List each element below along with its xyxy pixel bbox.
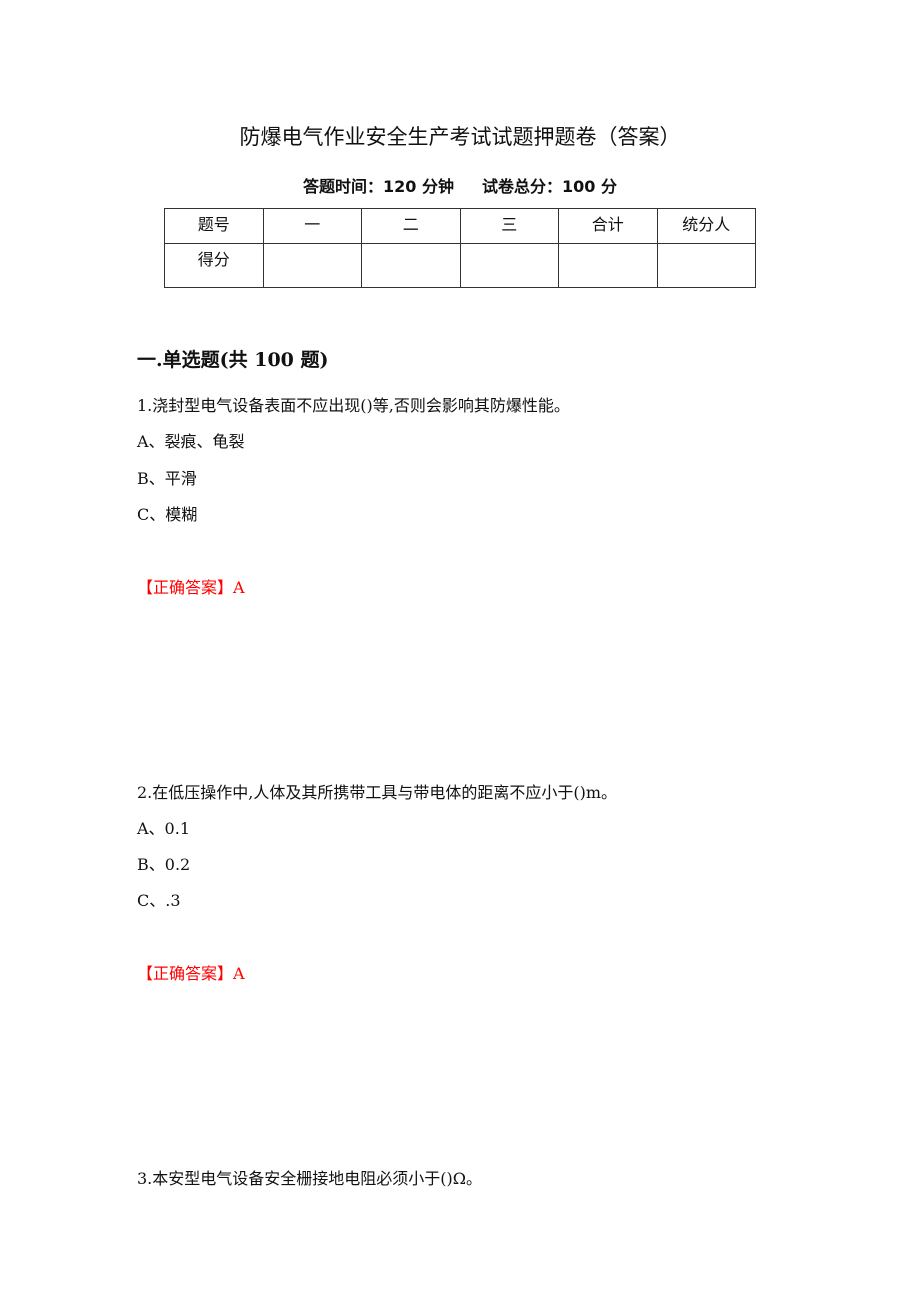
correct-answer: 【正确答案】A xyxy=(137,964,245,983)
score-table-cell: 一 xyxy=(262,208,362,244)
question-option: C、.3 xyxy=(137,891,181,910)
question-stem: 3.本安型电气设备安全栅接地电阻必须小于()Ω。 xyxy=(137,1169,483,1188)
score-table-cell: 统分人 xyxy=(656,208,756,244)
score-table-cell xyxy=(361,243,461,288)
correct-answer: 【正确答案】A xyxy=(137,578,245,597)
question-option: A、0.1 xyxy=(137,819,191,838)
score-table-cell: 题号 xyxy=(164,208,264,244)
question-stem: 2.在低压操作中,人体及其所携带工具与带电体的距离不应小于()m。 xyxy=(137,783,618,802)
exam-info: 答题时间：120 分钟 试卷总分：100 分 xyxy=(0,173,920,197)
time-label: 答题时间：120 分钟 xyxy=(303,177,454,196)
exam-title: 防爆电气作业安全生产考试试题押题卷（答案） xyxy=(239,125,681,149)
question-stem: 1.浇封型电气设备表面不应出现()等,否则会影响其防爆性能。 xyxy=(137,396,570,415)
score-table-cell: 三 xyxy=(459,208,559,244)
score-table-cell: 得分 xyxy=(164,243,264,288)
question-option: C、模糊 xyxy=(137,505,198,524)
section-title: 一.单选题(共 100 题) xyxy=(137,349,329,371)
score-table-header-row: 题号 一 二 三 合计 统分人 xyxy=(164,208,756,244)
question-option: B、平滑 xyxy=(137,469,197,488)
score-table-cell xyxy=(558,243,658,288)
total-score-label: 试卷总分：100 分 xyxy=(482,177,617,196)
score-table-cell: 合计 xyxy=(558,208,658,244)
question-option: A、裂痕、龟裂 xyxy=(137,432,245,451)
score-table-cell: 二 xyxy=(361,208,461,244)
question-option: B、0.2 xyxy=(137,855,191,874)
score-table-cell xyxy=(656,243,756,288)
score-table-score-row: 得分 xyxy=(164,243,756,288)
score-table-cell xyxy=(459,243,559,288)
score-table-cell xyxy=(262,243,362,288)
score-table: 题号 一 二 三 合计 统分人 得分 xyxy=(164,208,756,288)
